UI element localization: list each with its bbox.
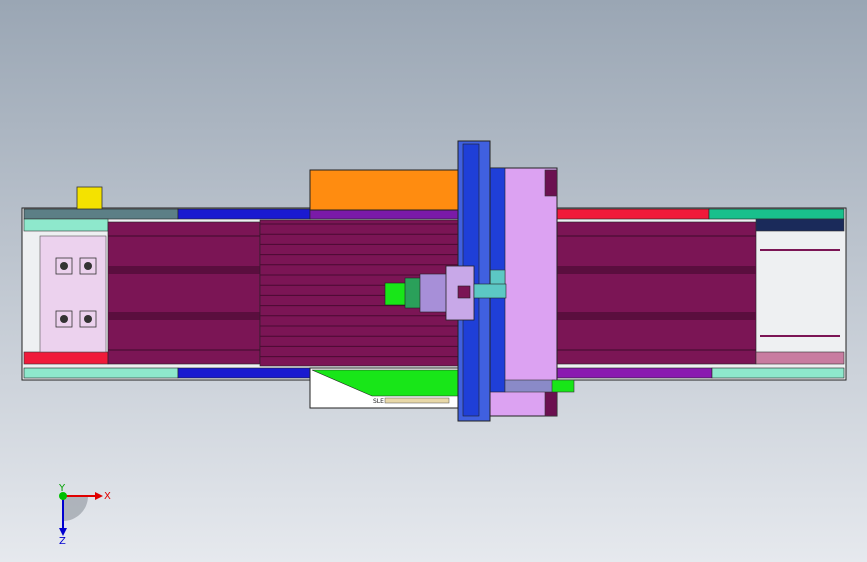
orange-panel[interactable] [309, 169, 461, 211]
y-axis-label: Y [58, 483, 66, 494]
yellow-block[interactable] [76, 186, 103, 210]
x-axis-label: X [104, 491, 111, 502]
part-label: SLE [373, 398, 384, 405]
cad-viewport[interactable]: SLE X Y Z [0, 0, 867, 562]
left-bed[interactable] [107, 221, 261, 365]
green-panel[interactable] [309, 367, 461, 409]
cad-canvas[interactable]: SLE X Y Z [0, 0, 867, 562]
right-bed[interactable] [555, 221, 757, 365]
z-axis-label: Z [59, 536, 66, 547]
